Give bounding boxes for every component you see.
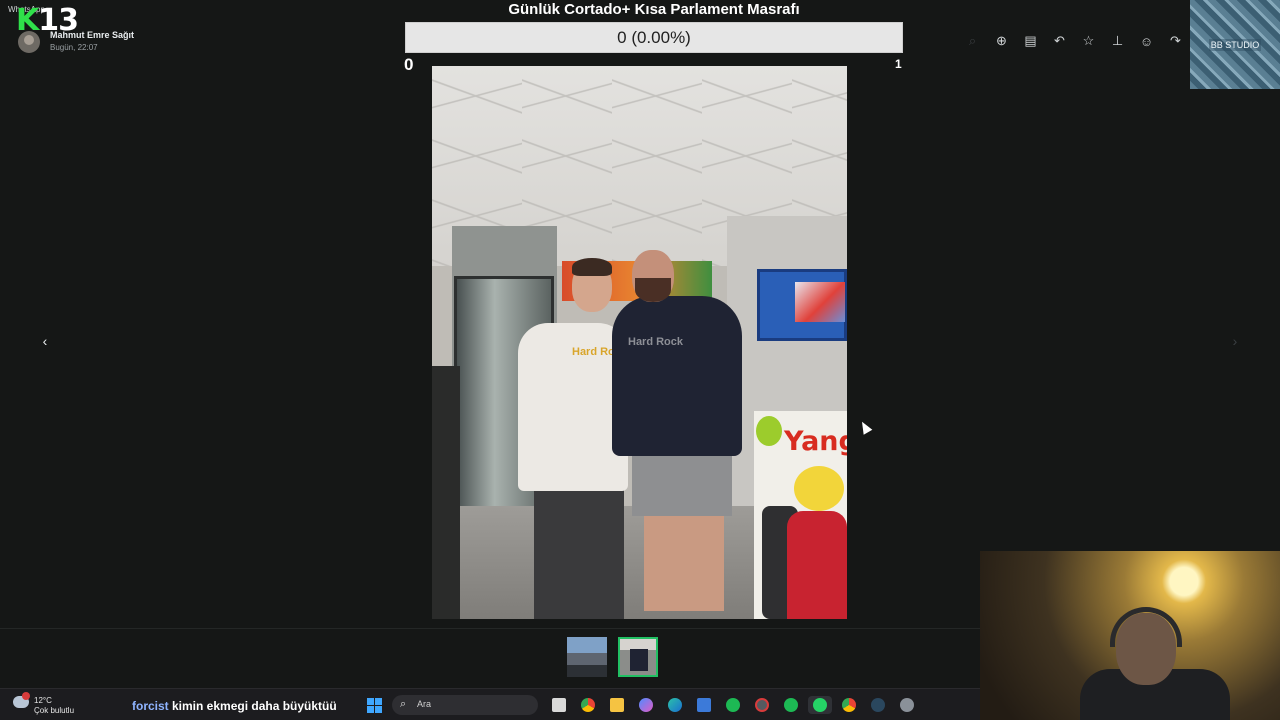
- sender-name: Mahmut Emre Sağıt: [50, 30, 135, 40]
- weather-temperature[interactable]: 12°C: [34, 696, 52, 705]
- emoji-icon[interactable]: ☺: [1132, 30, 1161, 52]
- next-media-button[interactable]: ›: [1226, 332, 1244, 350]
- spotify-icon[interactable]: [721, 696, 745, 714]
- media-toolbar: ⌕ ⊕ ▤ ↶ ☆ ⊥ ☺ ↷: [958, 30, 1190, 52]
- stream-chat-username: forcist: [132, 699, 169, 713]
- settings-icon[interactable]: [895, 696, 919, 714]
- steam-notify-icon[interactable]: [750, 696, 774, 714]
- edge-icon[interactable]: [663, 696, 687, 714]
- windows-start-icon[interactable]: [367, 698, 382, 713]
- copilot-icon[interactable]: [634, 696, 658, 714]
- poll-max-label: 1: [895, 57, 902, 71]
- thumbnail-strip-divider: [0, 628, 980, 629]
- chrome-icon[interactable]: [576, 696, 600, 714]
- person-2-torso: [612, 296, 742, 456]
- stream-chat-message: kimin ekmegi daha büyüktüü: [172, 699, 337, 713]
- steam-icon[interactable]: [866, 696, 890, 714]
- photo-lemon: [794, 466, 844, 511]
- search-icon[interactable]: ⌕: [958, 30, 987, 52]
- poll-title: Günlük Cortado+ Kısa Parlament Masrafı: [508, 1, 800, 18]
- search-placeholder: Ara: [417, 699, 432, 709]
- store-icon[interactable]: [692, 696, 716, 714]
- chat-bubble-icon[interactable]: ▤: [1016, 30, 1045, 52]
- message-time: Bugün, 22:07: [50, 43, 98, 52]
- previous-media-button[interactable]: ‹: [36, 332, 54, 350]
- webcam-headphones: [1110, 607, 1182, 647]
- photo-fridge-text: Yang: [784, 426, 847, 457]
- taskbar-apps: [547, 696, 919, 714]
- chrome-icon-2[interactable]: [837, 696, 861, 714]
- poll-progress-bar: 0 (0.00%): [405, 22, 903, 53]
- search-icon: ⌕: [400, 698, 407, 710]
- task-view-icon[interactable]: [547, 696, 571, 714]
- mouse-cursor-icon: [857, 419, 873, 435]
- spotify-icon-2[interactable]: [779, 696, 803, 714]
- person-1-legs: [534, 476, 624, 619]
- photo-fruit: [756, 416, 782, 446]
- person-2-shirt-text: Hard Rock: [628, 336, 684, 348]
- file-explorer-icon[interactable]: [605, 696, 629, 714]
- person-1-hair: [572, 258, 612, 276]
- star-icon[interactable]: ☆: [1074, 30, 1103, 52]
- person-2-shorts: [632, 451, 732, 516]
- person-2-beard: [635, 278, 671, 302]
- pin-icon[interactable]: ⊥: [1103, 30, 1132, 52]
- reply-icon[interactable]: ↶: [1045, 30, 1074, 52]
- poll-progress-text: 0 (0.00%): [617, 27, 691, 47]
- weather-condition[interactable]: Çok bulutlu: [34, 706, 74, 715]
- thumbnail-2-selected[interactable]: [618, 637, 658, 677]
- photo-monitor: [757, 269, 847, 341]
- photo-bag: [787, 511, 847, 619]
- zoom-in-icon[interactable]: ⊕: [987, 30, 1016, 52]
- avatar[interactable]: [18, 31, 40, 53]
- cover-label: BB STUDIO: [1208, 38, 1262, 51]
- person-2-legs: [644, 511, 724, 611]
- media-photo: Yang Hard Rock Hard Rock: [432, 66, 847, 619]
- taskbar-search[interactable]: ⌕ Ara: [392, 695, 538, 715]
- whatsapp-icon[interactable]: [808, 696, 832, 714]
- notification-badge: [22, 692, 30, 700]
- cover-art: BB STUDIO: [1190, 0, 1280, 89]
- whatsapp-media-viewer: WhatsApp K13 Mahmut Emre Sağıt Bugün, 22…: [0, 0, 1280, 720]
- thumbnail-1[interactable]: [567, 637, 607, 677]
- poll-min-label: 0: [404, 55, 414, 74]
- photo-dark-edge: [432, 366, 460, 619]
- forward-icon[interactable]: ↷: [1161, 30, 1190, 52]
- webcam-overlay: [980, 551, 1280, 720]
- windows-taskbar: 12°C Çok bulutlu forcist kimin ekmegi da…: [0, 688, 980, 720]
